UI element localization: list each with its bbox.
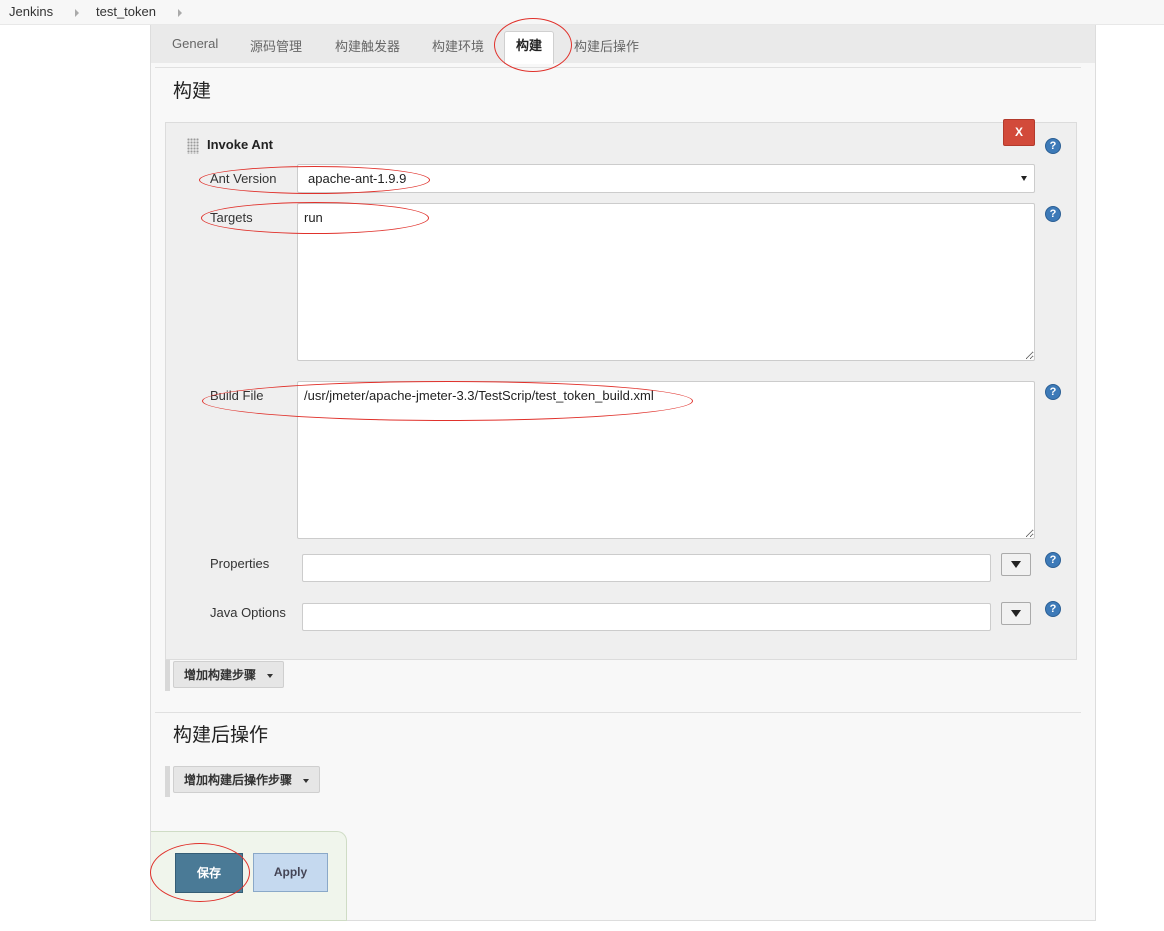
breadcrumb-job[interactable]: test_token	[96, 4, 156, 19]
java-options-input[interactable]	[302, 603, 991, 631]
build-section-title: 构建	[173, 81, 212, 102]
help-icon[interactable]: ?	[1045, 601, 1061, 617]
breadcrumb-separator-icon[interactable]	[178, 9, 182, 17]
tab-source-code[interactable]: 源码管理	[250, 36, 302, 55]
drag-handle-icon[interactable]	[187, 138, 199, 154]
add-post-build-step-label: 增加构建后操作步骤	[184, 773, 293, 787]
build-file-textarea[interactable]: /usr/jmeter/apache-jmeter-3.3/TestScrip/…	[297, 381, 1035, 539]
expand-icon	[1011, 561, 1021, 568]
expand-icon	[1011, 610, 1021, 617]
post-build-section-bar	[165, 766, 170, 797]
ant-version-value: apache-ant-1.9.9	[308, 171, 407, 186]
breadcrumb: Jenkins test_token	[0, 0, 1164, 25]
targets-label: Targets	[210, 210, 253, 225]
tab-build-environment[interactable]: 构建环境	[432, 36, 484, 55]
add-build-step-label: 增加构建步骤	[184, 668, 257, 682]
java-options-label: Java Options	[210, 605, 286, 620]
tab-general[interactable]: General	[172, 36, 218, 51]
targets-textarea[interactable]: run	[297, 203, 1035, 361]
step-title: Invoke Ant	[207, 137, 273, 152]
build-file-label: Build File	[210, 388, 264, 403]
tab-build[interactable]: 构建	[504, 31, 555, 64]
help-icon[interactable]: ?	[1045, 138, 1061, 154]
tab-post-build[interactable]: 构建后操作	[574, 36, 639, 55]
ant-version-select[interactable]: apache-ant-1.9.9	[297, 164, 1035, 193]
config-tabbar: General 源码管理 构建触发器 构建环境 构建 构建后操作	[151, 25, 1095, 64]
chevron-down-icon	[1021, 176, 1027, 181]
add-post-build-step-button[interactable]: 增加构建后操作步骤	[173, 766, 320, 793]
help-icon[interactable]: ?	[1045, 552, 1061, 568]
breadcrumb-separator-icon[interactable]	[75, 9, 79, 17]
help-icon[interactable]: ?	[1045, 206, 1061, 222]
add-build-step-button[interactable]: 增加构建步骤	[173, 661, 284, 688]
apply-button[interactable]: Apply	[253, 853, 328, 892]
help-icon[interactable]: ?	[1045, 384, 1061, 400]
tab-divider	[155, 67, 1081, 68]
properties-input[interactable]	[302, 554, 991, 582]
post-build-section-title: 构建后操作	[173, 725, 269, 746]
properties-expand-button[interactable]	[1001, 553, 1031, 576]
chevron-down-icon	[267, 674, 273, 678]
save-button[interactable]: 保存	[175, 853, 243, 893]
chevron-down-icon	[303, 779, 309, 783]
tab-build-triggers[interactable]: 构建触发器	[335, 36, 400, 55]
config-panel: General 源码管理 构建触发器 构建环境 构建 构建后操作 构建 Invo…	[150, 25, 1096, 921]
java-options-expand-button[interactable]	[1001, 602, 1031, 625]
ant-version-label: Ant Version	[210, 171, 277, 186]
section-divider	[155, 712, 1081, 713]
breadcrumb-jenkins[interactable]: Jenkins	[9, 4, 53, 19]
properties-label: Properties	[210, 556, 270, 571]
delete-step-button[interactable]: X	[1003, 119, 1035, 146]
